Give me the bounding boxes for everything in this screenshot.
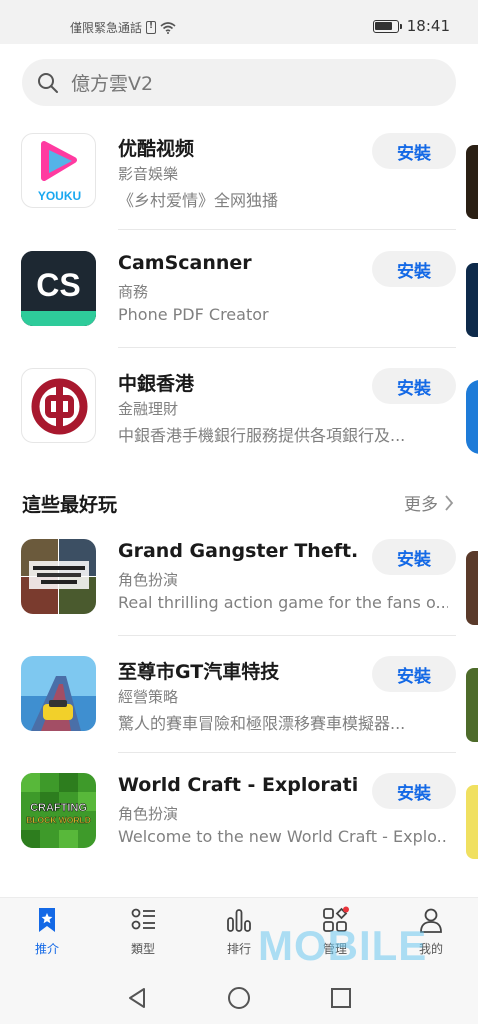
nav-label: 推介: [34, 942, 59, 956]
boc-logo-icon[interactable]: [21, 368, 96, 443]
app-row[interactable]: CS CamScanner 商務 Phone PDF Creator 安裝: [0, 251, 478, 357]
divider: [118, 229, 456, 230]
more-label[interactable]: 更多: [404, 490, 438, 515]
app-title[interactable]: World Craft - Explorati...: [118, 774, 358, 796]
divider: [118, 347, 456, 348]
search-bar[interactable]: 億方雲V2: [22, 59, 456, 106]
gangster-game-icon[interactable]: [21, 539, 96, 614]
recents-icon[interactable]: [330, 987, 352, 1009]
star-bookmark-icon: [39, 908, 55, 932]
more-link[interactable]: 更多: [404, 490, 454, 515]
app-category: 商務: [118, 283, 149, 301]
next-card-peek[interactable]: [466, 668, 478, 742]
sim-alert-icon: !: [146, 21, 157, 34]
next-card-peek[interactable]: [466, 145, 478, 219]
youku-logo-graphic: YOUKU: [38, 141, 81, 203]
app-title[interactable]: 至尊市GT汽車特技: [118, 657, 358, 684]
app-row[interactable]: YOUKU 优酷视频 影音娛樂 《乡村爱情》全网独播 安裝: [0, 133, 478, 239]
chevron-right-icon: [445, 494, 454, 511]
youku-logo-icon[interactable]: YOUKU: [21, 133, 96, 208]
ranking-bars-icon: [227, 909, 251, 932]
install-button[interactable]: 安裝: [372, 773, 456, 809]
nav-label: 類型: [130, 942, 155, 956]
app-description: 中銀香港手機銀行服務提供各項銀行及...: [118, 426, 406, 445]
battery-level: [375, 22, 393, 30]
app-row[interactable]: 中銀香港 金融理財 中銀香港手機銀行服務提供各項銀行及... 安裝: [0, 368, 478, 474]
clock: 18:41: [406, 17, 450, 35]
craft-game-icon[interactable]: CRAFTING BLOCK WORLD: [21, 773, 96, 848]
category-list-icon: [131, 908, 155, 930]
app-description: 《乡村爱情》全网独播: [118, 191, 279, 210]
search-icon: [38, 72, 58, 93]
wifi-icon: [160, 21, 176, 34]
app-title[interactable]: 中銀香港: [118, 369, 358, 396]
app-category: 經營策略: [118, 688, 179, 706]
camscanner-logo-icon[interactable]: CS: [21, 251, 96, 326]
app-title[interactable]: Grand Gangster Theft...: [118, 540, 358, 562]
next-card-peek[interactable]: [466, 263, 478, 337]
app-category: 角色扮演: [118, 805, 179, 823]
divider: [118, 752, 456, 753]
camscanner-logo-graphic: CS: [21, 251, 96, 326]
app-row[interactable]: Grand Gangster Theft... 角色扮演 Real thrill…: [0, 539, 478, 645]
next-card-peek[interactable]: [466, 551, 478, 625]
status-bar: 僅限緊急通話 ! 18:41: [0, 0, 478, 44]
system-nav: [0, 970, 478, 1024]
section-title: 這些最好玩: [22, 494, 118, 516]
app-category: 影音娛樂: [118, 165, 179, 183]
app-category: 角色扮演: [118, 571, 179, 589]
boc-logo-graphic: [31, 378, 88, 435]
status-left: 僅限緊急通話 !: [70, 19, 176, 36]
nav-tab-recommend[interactable]: 推介: [12, 906, 82, 966]
install-button[interactable]: 安裝: [372, 656, 456, 692]
battery-icon: [372, 19, 402, 33]
divider: [118, 635, 456, 636]
camscanner-logo-text: CS: [36, 267, 80, 303]
racing-game-icon[interactable]: [21, 656, 96, 731]
app-description: Welcome to the new World Craft - Explo..…: [118, 827, 448, 846]
app-description: Real thrilling action game for the fans …: [118, 593, 448, 612]
search-input[interactable]: 億方雲V2: [71, 69, 153, 96]
install-button[interactable]: 安裝: [372, 133, 456, 169]
youku-logo-text: YOUKU: [38, 189, 81, 203]
carrier-text: 僅限緊急通話: [70, 21, 143, 35]
craft-game-graphic: CRAFTING BLOCK WORLD: [21, 773, 96, 848]
app-title[interactable]: CamScanner: [118, 252, 358, 274]
app-category: 金融理財: [118, 400, 179, 418]
next-card-peek[interactable]: [466, 785, 478, 859]
status-right: 18:41: [372, 17, 450, 35]
app-description: Phone PDF Creator: [118, 305, 269, 324]
gangster-game-graphic: [21, 539, 96, 614]
app-row[interactable]: CRAFTING BLOCK WORLD World Craft - Explo…: [0, 773, 478, 879]
home-icon[interactable]: [227, 986, 251, 1010]
back-icon[interactable]: [126, 987, 148, 1009]
install-button[interactable]: 安裝: [372, 368, 456, 404]
nav-tab-categories[interactable]: 類型: [108, 906, 178, 966]
watermark: MOBILE: [258, 922, 428, 969]
craft-logo-subtext: BLOCK WORLD: [26, 815, 91, 825]
next-card-peek[interactable]: [466, 380, 478, 454]
install-button[interactable]: 安裝: [372, 539, 456, 575]
install-button[interactable]: 安裝: [372, 251, 456, 287]
app-row[interactable]: 至尊市GT汽車特技 經營策略 驚人的賽車冒險和極限漂移賽車模擬器... 安裝: [0, 656, 478, 762]
app-description: 驚人的賽車冒險和極限漂移賽車模擬器...: [118, 714, 406, 733]
app-title[interactable]: 优酷视频: [118, 134, 358, 161]
racing-game-graphic: [21, 656, 96, 731]
craft-logo-text: CRAFTING: [30, 802, 87, 814]
